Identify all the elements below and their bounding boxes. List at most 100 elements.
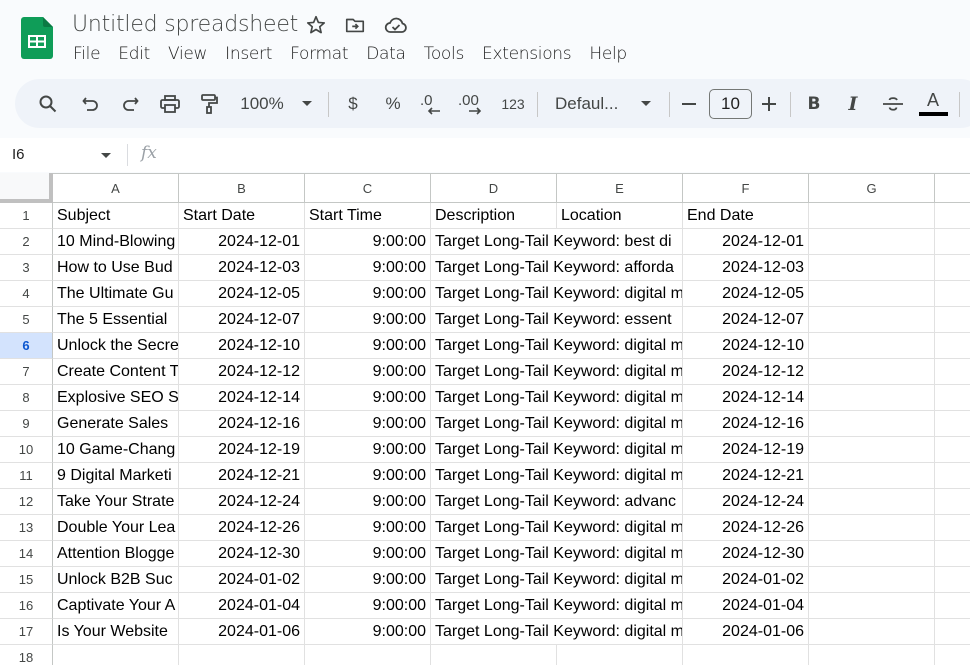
row-header[interactable]: 16 <box>0 593 53 619</box>
font-size-input[interactable]: 10 <box>709 89 752 119</box>
row-header[interactable]: 18 <box>0 645 53 665</box>
menu-edit[interactable]: Edit <box>109 43 159 65</box>
cell-start-time[interactable]: 9:00:00 <box>305 307 431 333</box>
cell-start-time[interactable]: 9:00:00 <box>305 515 431 541</box>
column-header-b[interactable]: B <box>179 173 305 203</box>
menu-view[interactable]: View <box>159 43 216 65</box>
cell-end-date[interactable]: 2024-12-21 <box>683 463 809 489</box>
cell-start-time[interactable]: 9:00:00 <box>305 359 431 385</box>
cell-subject[interactable]: Is Your Website <box>53 619 179 645</box>
empty-cell[interactable] <box>809 567 935 593</box>
increase-font-size-button[interactable] <box>759 79 779 128</box>
empty-cell[interactable] <box>683 645 809 665</box>
cell-start-time[interactable]: 9:00:00 <box>305 567 431 593</box>
cell-end-date[interactable]: 2024-12-14 <box>683 385 809 411</box>
cell-start-time[interactable]: 9:00:00 <box>305 229 431 255</box>
column-header-g[interactable]: G <box>809 173 935 203</box>
column-header[interactable] <box>935 173 970 203</box>
more-formats-button[interactable]: 123 <box>499 79 527 128</box>
cell-subject[interactable]: The 5 Essential <box>53 307 179 333</box>
cell-description[interactable]: Target Long-Tail Keyword: advanc <box>431 489 683 515</box>
empty-cell[interactable] <box>809 359 935 385</box>
empty-cell[interactable] <box>809 437 935 463</box>
cell-start-time[interactable]: 9:00:00 <box>305 385 431 411</box>
menu-insert[interactable]: Insert <box>216 43 281 65</box>
empty-cell[interactable] <box>935 333 970 359</box>
cell-end-date[interactable]: 2024-12-07 <box>683 307 809 333</box>
decrease-decimal-button[interactable]: .0 <box>418 79 446 128</box>
empty-cell[interactable] <box>809 255 935 281</box>
strikethrough-button[interactable] <box>881 79 905 128</box>
empty-cell[interactable] <box>935 255 970 281</box>
search-menus-button[interactable] <box>35 79 61 128</box>
cell-subject[interactable]: Attention Blogge <box>53 541 179 567</box>
menu-tools[interactable]: Tools <box>415 43 473 65</box>
column-header-a[interactable]: A <box>53 173 179 203</box>
empty-cell[interactable] <box>809 333 935 359</box>
cell-subject[interactable]: How to Use Bud <box>53 255 179 281</box>
cell-start-date[interactable]: 2024-12-10 <box>179 333 305 359</box>
cell-description[interactable]: Target Long-Tail Keyword: digital m <box>431 333 683 359</box>
empty-cell[interactable] <box>935 645 970 665</box>
formula-input[interactable] <box>175 144 955 166</box>
cell-start-date[interactable]: 2024-12-12 <box>179 359 305 385</box>
cell-start-time[interactable]: 9:00:00 <box>305 255 431 281</box>
sheets-logo-icon[interactable] <box>21 17 53 59</box>
cell-start-date[interactable]: 2024-12-01 <box>179 229 305 255</box>
cell-end-date[interactable]: 2024-12-03 <box>683 255 809 281</box>
cell-start-date[interactable]: 2024-12-03 <box>179 255 305 281</box>
cell-description[interactable]: Target Long-Tail Keyword: digital m <box>431 437 683 463</box>
cell-start-time[interactable]: 9:00:00 <box>305 541 431 567</box>
cell-subject[interactable]: Create Content T <box>53 359 179 385</box>
empty-cell[interactable] <box>809 619 935 645</box>
header-cell[interactable]: Subject <box>53 203 179 229</box>
font-family-select[interactable]: Defaul... <box>555 79 631 128</box>
empty-cell[interactable] <box>809 281 935 307</box>
header-cell[interactable]: End Date <box>683 203 809 229</box>
cell-description[interactable]: Target Long-Tail Keyword: digital m <box>431 359 683 385</box>
empty-cell[interactable] <box>935 593 970 619</box>
row-header[interactable]: 4 <box>0 281 53 307</box>
cell-start-time[interactable]: 9:00:00 <box>305 489 431 515</box>
empty-cell[interactable] <box>935 359 970 385</box>
cell-start-date[interactable]: 2024-12-24 <box>179 489 305 515</box>
column-header-f[interactable]: F <box>683 173 809 203</box>
cell-start-time[interactable]: 9:00:00 <box>305 463 431 489</box>
name-box[interactable]: I6 <box>12 146 25 163</box>
cell-description[interactable]: Target Long-Tail Keyword: best di <box>431 229 683 255</box>
empty-cell[interactable] <box>809 203 935 229</box>
cell-end-date[interactable]: 2024-12-05 <box>683 281 809 307</box>
cell-end-date[interactable]: 2024-01-02 <box>683 567 809 593</box>
cell-start-date[interactable]: 2024-12-30 <box>179 541 305 567</box>
cell-subject[interactable]: The Ultimate Gu <box>53 281 179 307</box>
font-dropdown-caret[interactable] <box>639 79 653 128</box>
cell-description[interactable]: Target Long-Tail Keyword: digital m <box>431 411 683 437</box>
cell-description[interactable]: Target Long-Tail Keyword: digital m <box>431 619 683 645</box>
cell-start-date[interactable]: 2024-01-04 <box>179 593 305 619</box>
empty-cell[interactable] <box>935 567 970 593</box>
header-cell[interactable]: Location <box>557 203 683 229</box>
empty-cell[interactable] <box>809 463 935 489</box>
header-cell[interactable]: Start Time <box>305 203 431 229</box>
cell-description[interactable]: Target Long-Tail Keyword: digital m <box>431 541 683 567</box>
cell-description[interactable]: Target Long-Tail Keyword: digital m <box>431 593 683 619</box>
empty-cell[interactable] <box>809 385 935 411</box>
undo-button[interactable] <box>78 79 104 128</box>
empty-cell[interactable] <box>53 645 179 665</box>
cell-start-time[interactable]: 9:00:00 <box>305 619 431 645</box>
cell-start-date[interactable]: 2024-12-07 <box>179 307 305 333</box>
cell-start-time[interactable]: 9:00:00 <box>305 281 431 307</box>
row-header[interactable]: 5 <box>0 307 53 333</box>
cell-start-date[interactable]: 2024-12-21 <box>179 463 305 489</box>
cell-start-time[interactable]: 9:00:00 <box>305 437 431 463</box>
empty-cell[interactable] <box>935 385 970 411</box>
cell-end-date[interactable]: 2024-12-16 <box>683 411 809 437</box>
cell-subject[interactable]: Generate Sales <box>53 411 179 437</box>
empty-cell[interactable] <box>305 645 431 665</box>
row-header[interactable]: 3 <box>0 255 53 281</box>
row-header[interactable]: 9 <box>0 411 53 437</box>
cell-start-date[interactable]: 2024-12-05 <box>179 281 305 307</box>
row-header[interactable]: 15 <box>0 567 53 593</box>
cell-description[interactable]: Target Long-Tail Keyword: afforda <box>431 255 683 281</box>
row-header[interactable]: 10 <box>0 437 53 463</box>
